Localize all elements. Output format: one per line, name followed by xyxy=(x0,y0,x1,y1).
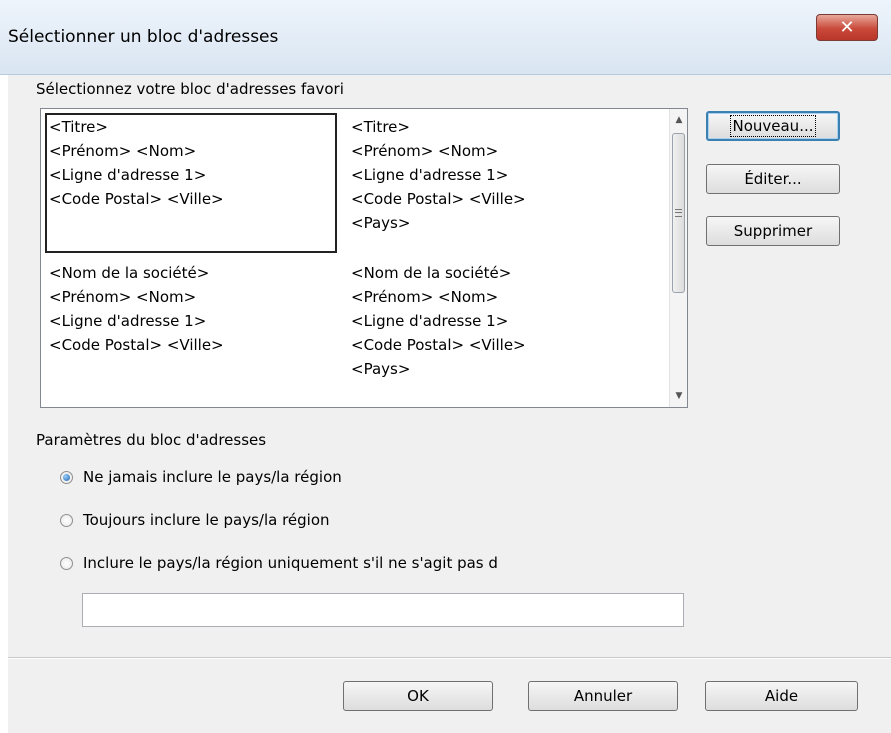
ok-button-label: OK xyxy=(407,687,429,705)
help-button[interactable]: Aide xyxy=(705,681,858,711)
block-line: <Ligne d'adresse 1> xyxy=(49,312,207,330)
window-title: Sélectionner un bloc d'adresses xyxy=(8,27,279,47)
block-line: <Nom de la société> xyxy=(49,264,210,282)
new-button-label: Nouveau... xyxy=(730,115,816,137)
edit-button-label: Éditer... xyxy=(744,170,802,188)
address-block-3[interactable]: <Nom de la société> <Prénom> <Nom> <Lign… xyxy=(49,261,224,357)
help-button-label: Aide xyxy=(764,687,799,705)
block-line: <Prénom> <Nom> xyxy=(49,142,197,160)
ok-button[interactable]: OK xyxy=(343,681,493,711)
grip-icon xyxy=(675,209,682,217)
option-label: Toujours inclure le pays/la région xyxy=(83,511,330,529)
settings-label: Paramètres du bloc d'adresses xyxy=(36,431,267,449)
delete-button-label: Supprimer xyxy=(733,222,813,240)
radio-button[interactable] xyxy=(60,556,73,570)
cancel-button[interactable]: Annuler xyxy=(528,681,678,711)
block-line: <Code Postal> <Ville> xyxy=(351,336,526,354)
address-block-2[interactable]: <Titre> <Prénom> <Nom> <Ligne d'adresse … xyxy=(351,115,526,235)
block-line: <Pays> xyxy=(351,360,411,378)
country-input[interactable] xyxy=(82,593,684,627)
block-line: <Prénom> <Nom> xyxy=(351,288,499,306)
block-line: <Titre> xyxy=(351,118,410,136)
radio-button[interactable] xyxy=(60,513,73,527)
scroll-thumb[interactable] xyxy=(672,133,685,293)
radio-button-checked[interactable] xyxy=(60,470,73,484)
separator xyxy=(8,657,891,659)
block-line: <Pays> xyxy=(351,214,411,232)
new-button[interactable]: Nouveau... xyxy=(706,111,840,141)
block-line: <Ligne d'adresse 1> xyxy=(351,166,509,184)
edit-button[interactable]: Éditer... xyxy=(706,164,840,194)
address-block-4[interactable]: <Nom de la société> <Prénom> <Nom> <Lign… xyxy=(351,261,526,381)
block-line: <Code Postal> <Ville> xyxy=(49,190,224,208)
list-scrollbar[interactable]: ▲ ▼ xyxy=(669,109,687,407)
option-label: Inclure le pays/la région uniquement s'i… xyxy=(83,554,498,572)
block-line: <Ligne d'adresse 1> xyxy=(351,312,509,330)
scroll-down-arrow-icon[interactable]: ▼ xyxy=(670,387,687,405)
address-block-list[interactable]: <Titre> <Prénom> <Nom> <Ligne d'adresse … xyxy=(40,108,688,408)
title-bar[interactable]: Sélectionner un bloc d'adresses ✕ xyxy=(0,0,891,75)
delete-button[interactable]: Supprimer xyxy=(706,216,840,246)
scroll-up-arrow-icon[interactable]: ▲ xyxy=(670,111,687,129)
block-line: <Ligne d'adresse 1> xyxy=(49,166,207,184)
address-block-1[interactable]: <Titre> <Prénom> <Nom> <Ligne d'adresse … xyxy=(49,115,224,211)
address-block-dialog: Sélectionner un bloc d'adresses ✕ Sélect… xyxy=(0,0,891,733)
favorites-label: Sélectionnez votre bloc d'adresses favor… xyxy=(36,80,344,98)
dialog-body: Sélectionnez votre bloc d'adresses favor… xyxy=(8,75,891,733)
block-line: <Code Postal> <Ville> xyxy=(351,190,526,208)
option-never-include[interactable]: Ne jamais inclure le pays/la région xyxy=(60,465,342,489)
close-icon: ✕ xyxy=(839,17,855,38)
option-always-include[interactable]: Toujours inclure le pays/la région xyxy=(60,508,330,532)
close-button[interactable]: ✕ xyxy=(816,14,878,41)
block-line: <Prénom> <Nom> xyxy=(351,142,499,160)
block-line: <Code Postal> <Ville> xyxy=(49,336,224,354)
option-label: Ne jamais inclure le pays/la région xyxy=(83,468,342,486)
option-include-unless[interactable]: Inclure le pays/la région uniquement s'i… xyxy=(60,551,498,575)
cancel-button-label: Annuler xyxy=(573,687,633,705)
block-line: <Prénom> <Nom> xyxy=(49,288,197,306)
block-line: <Nom de la société> xyxy=(351,264,512,282)
block-line: <Titre> xyxy=(49,118,108,136)
